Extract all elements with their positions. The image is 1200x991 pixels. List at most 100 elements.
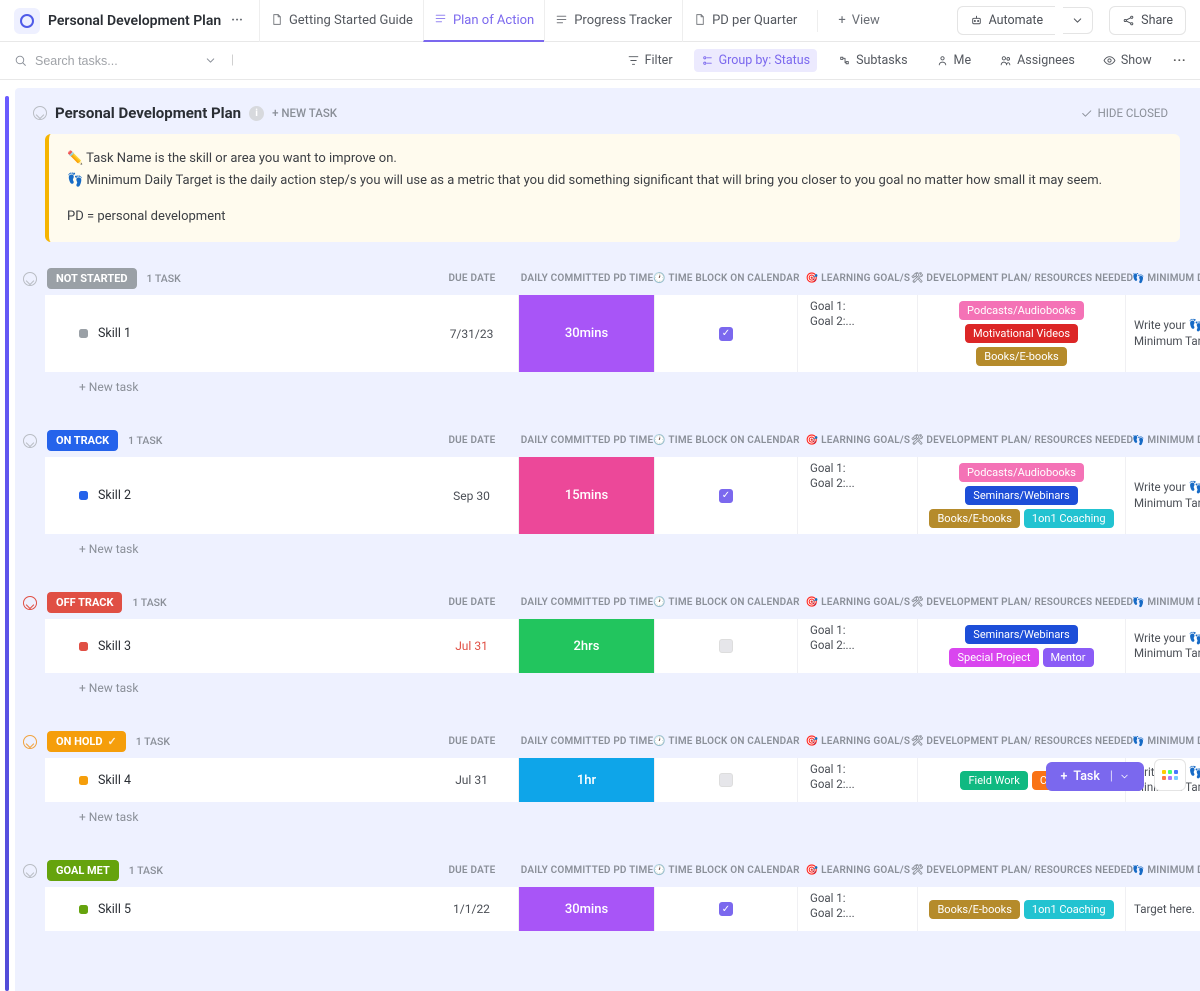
resources-cell[interactable]: Seminars/Webinars Special Project Mentor bbox=[918, 619, 1126, 673]
resource-tag[interactable]: Seminars/Webinars bbox=[965, 486, 1077, 505]
column-goals[interactable]: 🎯 LEARNING GOAL/S bbox=[798, 736, 918, 747]
task-row[interactable]: Skill 17/31/2330mins✓Goal 1:Goal 2:...Po… bbox=[45, 295, 1200, 372]
time-block-cell[interactable]: ✓ bbox=[655, 295, 798, 372]
due-date-cell[interactable]: 1/1/22 bbox=[425, 887, 519, 931]
column-goals[interactable]: 🎯 LEARNING GOAL/S bbox=[798, 865, 918, 876]
column-resources[interactable]: 🛠 DEVELOPMENT PLAN/ RESOURCES NEEDED bbox=[918, 273, 1126, 284]
column-time-block[interactable]: 🕐 TIME BLOCK ON CALENDAR bbox=[655, 865, 798, 876]
pd-time-cell[interactable]: 1hr bbox=[519, 758, 655, 802]
new-task-button[interactable]: + NEW TASK bbox=[272, 106, 337, 120]
resource-tag[interactable]: Podcasts/Audiobooks bbox=[959, 301, 1084, 320]
column-resources[interactable]: 🛠 DEVELOPMENT PLAN/ RESOURCES NEEDED bbox=[918, 597, 1126, 608]
group-by-button[interactable]: Group by: Status bbox=[694, 49, 818, 72]
resource-tag[interactable]: Books/E-books bbox=[929, 509, 1019, 528]
new-task-floating-button[interactable]: + Task | bbox=[1046, 762, 1144, 791]
column-due-date[interactable]: DUE DATE bbox=[425, 597, 519, 608]
task-name-cell[interactable]: Skill 5 bbox=[45, 887, 425, 931]
show-button[interactable]: Show bbox=[1096, 49, 1159, 72]
add-task-button[interactable]: + New task bbox=[45, 534, 1200, 556]
group-collapse-toggle[interactable] bbox=[23, 596, 37, 610]
more-options-icon[interactable]: ··· bbox=[231, 13, 243, 28]
column-min-target[interactable]: 👣 MINIMUM DAILY bbox=[1126, 273, 1200, 284]
column-resources[interactable]: 🛠 DEVELOPMENT PLAN/ RESOURCES NEEDED bbox=[918, 865, 1126, 876]
workspace-logo[interactable] bbox=[14, 8, 40, 34]
add-task-button[interactable]: + New task bbox=[45, 372, 1200, 394]
resources-cell[interactable]: Podcasts/Audiobooks Motivational Videos Bo… bbox=[918, 295, 1126, 372]
resource-tag[interactable]: 1on1 Coaching bbox=[1024, 900, 1114, 919]
checkbox-icon[interactable]: ✓ bbox=[719, 489, 733, 503]
hide-closed-button[interactable]: HIDE CLOSED bbox=[1080, 106, 1168, 120]
pd-time-cell[interactable]: 30mins bbox=[519, 887, 655, 931]
task-name-cell[interactable]: Skill 4 bbox=[45, 758, 425, 802]
column-time-block[interactable]: 🕐 TIME BLOCK ON CALENDAR bbox=[655, 736, 798, 747]
checkbox-icon[interactable]: ✓ bbox=[719, 902, 733, 916]
tab-getting-started-guide[interactable]: Getting Started Guide bbox=[259, 0, 423, 42]
time-block-cell[interactable]: ✓ bbox=[655, 887, 798, 931]
due-date-cell[interactable]: Jul 31 bbox=[425, 758, 519, 802]
task-row[interactable]: Skill 4Jul 311hr Goal 1:Goal 2:... Field W… bbox=[45, 758, 1200, 802]
status-pill[interactable]: ON HOLD ✓ bbox=[47, 731, 126, 752]
goals-cell[interactable]: Goal 1:Goal 2:... bbox=[798, 295, 918, 372]
resource-tag[interactable]: Mentor bbox=[1043, 648, 1094, 667]
resource-tag[interactable]: 1on1 Coaching bbox=[1024, 509, 1114, 528]
pd-time-cell[interactable]: 2hrs bbox=[519, 619, 655, 673]
me-button[interactable]: Me bbox=[929, 49, 979, 72]
subtasks-button[interactable]: Subtasks bbox=[831, 49, 914, 72]
resources-cell[interactable]: Podcasts/AudiobooksSeminars/WebinarsBook… bbox=[918, 457, 1126, 534]
column-pd-time[interactable]: DAILY COMMITTED PD TIME bbox=[519, 597, 655, 608]
status-pill[interactable]: GOAL MET bbox=[47, 860, 119, 881]
info-icon[interactable]: i bbox=[249, 106, 264, 121]
goals-cell[interactable]: Goal 1:Goal 2:... bbox=[798, 457, 918, 534]
column-pd-time[interactable]: DAILY COMMITTED PD TIME bbox=[519, 273, 655, 284]
checkbox-icon[interactable] bbox=[719, 639, 733, 653]
group-collapse-toggle[interactable] bbox=[23, 735, 37, 749]
resource-tag[interactable]: Seminars/Webinars bbox=[965, 625, 1077, 644]
column-due-date[interactable]: DUE DATE bbox=[425, 435, 519, 446]
pd-time-cell[interactable]: 15mins bbox=[519, 457, 655, 534]
group-collapse-toggle[interactable] bbox=[23, 272, 37, 286]
automate-button[interactable]: Automate bbox=[957, 6, 1056, 35]
resource-tag[interactable]: Motivational Videos bbox=[965, 324, 1078, 343]
column-pd-time[interactable]: DAILY COMMITTED PD TIME bbox=[519, 865, 655, 876]
time-block-cell[interactable] bbox=[655, 619, 798, 673]
due-date-cell[interactable]: 7/31/23 bbox=[425, 295, 519, 372]
column-time-block[interactable]: 🕐 TIME BLOCK ON CALENDAR bbox=[655, 597, 798, 608]
resource-tag[interactable]: Field Work bbox=[960, 771, 1027, 790]
column-resources[interactable]: 🛠 DEVELOPMENT PLAN/ RESOURCES NEEDED bbox=[918, 736, 1126, 747]
column-pd-time[interactable]: DAILY COMMITTED PD TIME bbox=[519, 736, 655, 747]
column-due-date[interactable]: DUE DATE bbox=[425, 273, 519, 284]
column-goals[interactable]: 🎯 LEARNING GOAL/S bbox=[798, 597, 918, 608]
search-input[interactable] bbox=[35, 54, 196, 68]
tab-progress-tracker[interactable]: Progress Tracker bbox=[544, 0, 682, 42]
more-icon[interactable]: ··· bbox=[1173, 51, 1186, 71]
checkbox-icon[interactable]: ✓ bbox=[719, 327, 733, 341]
min-target-cell[interactable]: Write your 👣 Minimum Target here. bbox=[1126, 295, 1200, 372]
status-pill[interactable]: NOT STARTED bbox=[47, 268, 137, 289]
goals-cell[interactable]: Goal 1:Goal 2:... bbox=[798, 619, 918, 673]
filter-button[interactable]: Filter bbox=[620, 49, 680, 72]
checkbox-icon[interactable] bbox=[719, 773, 733, 787]
goals-cell[interactable]: Goal 1:Goal 2:... bbox=[798, 758, 918, 802]
group-collapse-toggle[interactable] bbox=[23, 864, 37, 878]
add-task-button[interactable]: + New task bbox=[45, 802, 1200, 824]
status-pill[interactable]: ON TRACK bbox=[47, 430, 118, 451]
column-min-target[interactable]: 👣 MINIMUM DAILY bbox=[1126, 597, 1200, 608]
resource-tag[interactable]: Books/E-books bbox=[976, 347, 1066, 366]
column-pd-time[interactable]: DAILY COMMITTED PD TIME bbox=[519, 435, 655, 446]
column-min-target[interactable]: 👣 MINIMUM DAILY bbox=[1126, 736, 1200, 747]
column-goals[interactable]: 🎯 LEARNING GOAL/S bbox=[798, 435, 918, 446]
chevron-down-icon[interactable] bbox=[204, 54, 217, 67]
column-min-target[interactable]: 👣 MINIMUM DAILY bbox=[1126, 865, 1200, 876]
task-row[interactable]: Skill 51/1/2230mins✓Goal 1:Goal 2:...Boo… bbox=[45, 887, 1200, 931]
task-name-cell[interactable]: Skill 2 bbox=[45, 457, 425, 534]
automate-dropdown[interactable] bbox=[1063, 7, 1093, 34]
column-due-date[interactable]: DUE DATE bbox=[425, 865, 519, 876]
min-target-cell[interactable]: Target here. bbox=[1126, 887, 1200, 931]
due-date-cell[interactable]: Sep 30 bbox=[425, 457, 519, 534]
due-date-cell[interactable]: Jul 31 bbox=[425, 619, 519, 673]
pd-time-cell[interactable]: 30mins bbox=[519, 295, 655, 372]
resource-tag[interactable]: Special Project bbox=[949, 648, 1038, 667]
task-name-cell[interactable]: Skill 3 bbox=[45, 619, 425, 673]
min-target-cell[interactable]: Write your 👣 Minimum Target here. bbox=[1126, 619, 1200, 673]
task-row[interactable]: Skill 3Jul 312hrsGoal 1:Goal 2:...Semina… bbox=[45, 619, 1200, 673]
